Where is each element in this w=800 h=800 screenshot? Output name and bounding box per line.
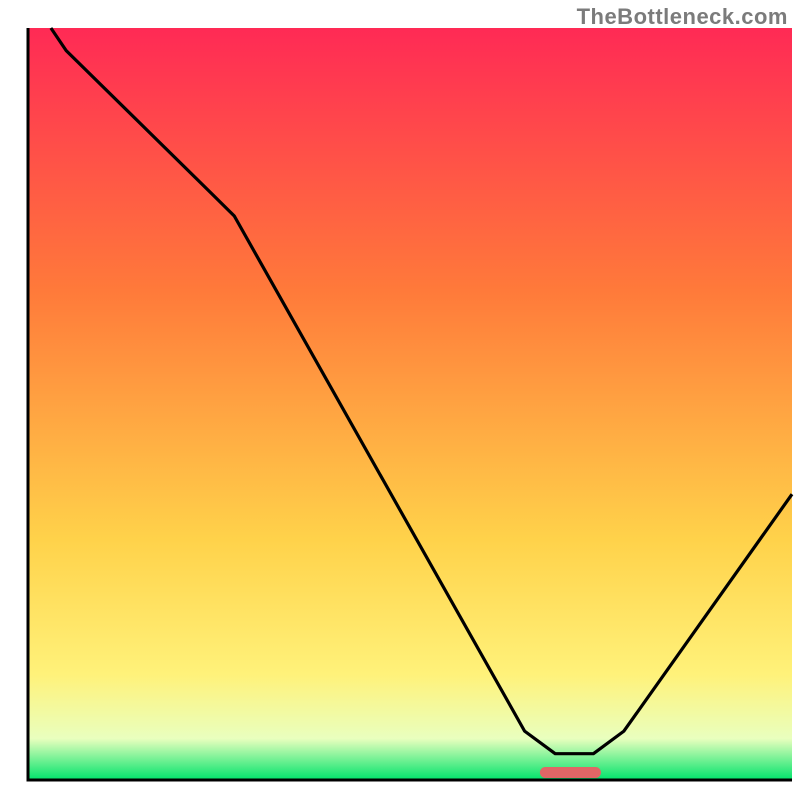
bottleneck-chart <box>0 0 800 800</box>
chart-background <box>28 28 792 780</box>
optimal-marker <box>540 767 601 778</box>
chart-container: TheBottleneck.com <box>0 0 800 800</box>
watermark-text: TheBottleneck.com <box>577 4 788 30</box>
